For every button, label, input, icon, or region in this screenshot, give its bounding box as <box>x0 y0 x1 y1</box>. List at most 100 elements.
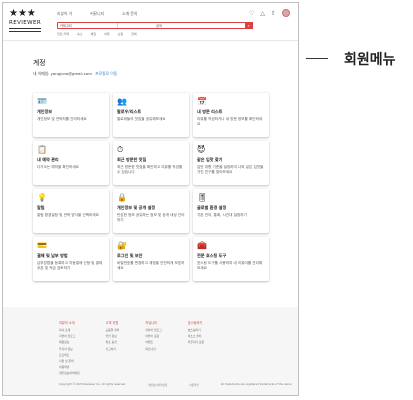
footer-link[interactable]: 신고하기 <box>106 347 120 351</box>
nav-item[interactable]: 커뮤니티 <box>90 11 104 17</box>
footer: 리뷰어 소개 회사 소개 리뷰어 블로그 채용정보 투자자 정보 프로젝트 지원… <box>3 307 298 395</box>
footer-column: 고객 지원 도움말 센터 안전 정보 취소 옵션 신고하기 <box>106 320 120 378</box>
logo[interactable]: ★★★ REVIEWER <box>9 9 43 37</box>
footer-link[interactable]: 안전 정보 <box>106 334 120 338</box>
footer-link[interactable]: 이용약관 <box>189 383 199 387</box>
bulb-icon: 💡 <box>37 193 47 202</box>
menu-card-reservations[interactable]: 📋 내 예약 관리 다가오는 예약을 확인하세요 <box>33 141 109 185</box>
card-title: 내 예약 관리 <box>37 157 59 162</box>
filter-chip[interactable]: 여행 <box>104 32 110 36</box>
footer-link[interactable]: 리뷰어 블로그 <box>145 328 161 332</box>
card-title: 글로벌 환경 설정 <box>197 205 227 210</box>
menu-card-notifications[interactable]: 💡 알림 알림 환경설정 및 연락 방식을 선택하세요 <box>33 189 109 233</box>
menu-card-global-settings[interactable]: 🎚 글로벌 환경 설정 기본 언어, 통화, 시간대 설정하기 <box>193 189 269 233</box>
card-title: 로그인 및 보안 <box>117 253 143 258</box>
menu-card-taste-match[interactable]: 😈 같은 입맛 찾기 입맛 취향 기준을 설정하여 나와 같은 입맛을 가진 친… <box>193 141 269 185</box>
footer-link[interactable]: 개인정보처리방침 <box>148 383 167 387</box>
card-desc: 입맛 취향 기준을 설정하여 나와 같은 입맛을 가진 친구를 찾아보세요 <box>197 164 264 174</box>
filter-chip[interactable]: 전체 <box>131 32 137 36</box>
header-divider <box>3 40 298 41</box>
card-desc: 최근 방문한 맛집을 확인하고 리뷰를 작성할 수 있습니다 <box>117 164 183 174</box>
menu-card-privacy[interactable]: 🔒 개인정보 및 공개 설정 민감한 정보 공유하는 정보 및 공개 대상 관리… <box>113 189 189 233</box>
devil-icon: 😈 <box>197 145 206 154</box>
footer-heading: 리뷰어 소개 <box>59 321 75 325</box>
footer-link[interactable]: 리뷰어 블로그 <box>59 334 80 338</box>
card-title: 개인정보 및 공개 설정 <box>117 205 156 210</box>
menu-card-personal-info[interactable]: 🪪 개인정보 개인정보 및 연락처를 관리하세요 <box>33 93 109 137</box>
menu-card-hosting-tools[interactable]: 🧰 전문 호스팅 도구 호스팅 도구를 사용하여 내 리뷰어를 관리해보세요 <box>193 237 269 281</box>
header-icons: ♡ △ ⇧ <box>249 9 290 17</box>
card-desc: 기본 언어, 통화, 시간대 설정하기 <box>197 212 247 217</box>
filter-chip[interactable]: 맛집·카페 <box>57 32 69 36</box>
annotation-line <box>306 58 328 59</box>
filter-chip[interactable]: 쇼핑 <box>118 32 124 36</box>
nav-item[interactable]: 리뷰어 가 <box>57 11 72 17</box>
share-icon[interactable]: ⇧ <box>271 10 276 17</box>
card-title: 팔로우/리스트 <box>117 109 142 114</box>
search-input[interactable]: 검색 <box>118 23 245 28</box>
card-title: 결제 및 납부 방법 <box>37 253 68 258</box>
footer-link[interactable]: 개인정보처리방침 <box>59 371 80 375</box>
search-category-select[interactable]: 카테고리 <box>58 23 118 28</box>
footer-link[interactable]: 채용정보 <box>59 340 80 344</box>
footer-link[interactable]: 프로젝트 <box>59 353 80 357</box>
card-desc: 납부방법을 등록하고 자동결제 신청 및 결제 쿠폰 및 적금 검토하기 <box>37 260 103 270</box>
shield-icon: 🔐 <box>117 241 127 250</box>
card-title: 최근 방문한 맛집 <box>117 157 147 162</box>
footer-link[interactable]: 취소 옵션 <box>106 340 120 344</box>
heart-icon[interactable]: ♡ <box>249 10 254 17</box>
footer-link[interactable]: 호스팅하기 <box>188 328 204 332</box>
card-icon: 💳 <box>37 241 47 250</box>
footer-link[interactable]: 이용약관 <box>59 365 80 369</box>
nav-item[interactable]: 소개·문의 <box>122 11 137 17</box>
footer-link[interactable]: 커뮤니티 포럼 <box>188 340 204 344</box>
tools-icon: 🧰 <box>197 241 207 250</box>
card-title: 내 방문 리스트 <box>197 109 223 114</box>
card-title: 전문 호스팅 도구 <box>197 253 227 258</box>
filter-chip[interactable]: 체험 <box>91 32 97 36</box>
filter-chip[interactable]: 숙소 <box>77 32 83 36</box>
account-menu-grid: 🪪 개인정보 개인정보 및 연락처를 관리하세요 👥 팔로우/리스트 팔로워들의… <box>33 93 269 281</box>
logo-word: REVIEWER <box>9 20 42 26</box>
footer-link[interactable]: 리뷰어 포럼 <box>145 334 161 338</box>
card-desc: 알림 환경설정 및 연락 방식을 선택하세요 <box>37 212 99 217</box>
user-avatar[interactable] <box>282 9 290 17</box>
card-desc: 민감한 정보 공유하는 정보 및 공개 대상 관리하기 <box>117 212 185 222</box>
menu-card-recent-visits[interactable]: ⏱ 최근 방문한 맛집 최근 방문한 맛집을 확인하고 리뷰를 작성할 수 있습… <box>113 141 189 185</box>
copyright: Copyright © 2023 Reviewer Inc. All right… <box>59 383 127 386</box>
card-desc: 호스팅 도구를 사용하여 내 리뷰어를 관리해보세요 <box>197 260 263 270</box>
footer-bottom: Copyright © 2023 Reviewer Inc. All right… <box>59 383 292 387</box>
card-desc: 팔로워들의 맛집을 공유해보세요 <box>117 116 166 121</box>
bell-icon[interactable]: △ <box>260 10 265 17</box>
footer-link[interactable]: 회사 소개 <box>59 328 80 332</box>
logo-rule <box>9 28 41 29</box>
search-icon[interactable]: ⌕ <box>244 22 253 29</box>
footer-heading: 커뮤니티 <box>145 321 158 325</box>
menu-card-visit-list[interactable]: 📅 내 방문 리스트 리뷰를 작성하거나 내 방문 정보를 확인하세요 <box>193 93 269 137</box>
page-title: 계정 <box>33 59 46 67</box>
footer-link[interactable]: 이벤트 <box>145 340 161 344</box>
card-desc: 개인정보 및 연락처를 관리하세요 <box>37 116 87 121</box>
footer-link[interactable]: 리소스 센터 <box>188 334 204 338</box>
card-title: 알림 <box>37 205 45 210</box>
card-desc: 리뷰를 작성하거나 내 방문 정보를 확인하세요 <box>197 116 263 126</box>
document-icon: 📋 <box>37 145 47 154</box>
clock-icon: ⏱ <box>117 145 124 154</box>
footer-link[interactable]: 도움말 센터 <box>106 328 120 332</box>
footer-link[interactable]: 파트너십 <box>145 347 161 351</box>
sliders-icon: 🎚 <box>197 193 208 202</box>
annotation-label: 회원메뉴 <box>344 52 396 68</box>
search-bar[interactable]: 카테고리 검색 ⌕ <box>57 22 253 29</box>
card-desc: 비밀번호를 변경하고 계정을 안전하게 보호하세요 <box>117 260 185 270</box>
calendar-icon: 📅 <box>197 97 207 106</box>
menu-card-payment[interactable]: 💳 결제 및 납부 방법 납부방법을 등록하고 자동결제 신청 및 결제 쿠폰 … <box>33 237 109 281</box>
menu-card-login-security[interactable]: 🔐 로그인 및 보안 비밀번호를 변경하고 계정을 안전하게 보호하세요 <box>113 237 189 281</box>
menu-card-follow-list[interactable]: 👥 팔로우/리스트 팔로워들의 맛집을 공유해보세요 <box>113 93 189 137</box>
footer-link[interactable]: 지원 및 문의 <box>59 359 80 363</box>
footer-heading: 고객 지원 <box>105 321 119 325</box>
footer-heading: 호스팅하기 <box>187 321 203 325</box>
footer-link[interactable]: 투자자 정보 <box>59 347 80 351</box>
top-nav: 리뷰어 가 커뮤니티 소개·문의 <box>57 11 137 17</box>
card-desc: 다가오는 예약을 확인하세요 <box>37 164 79 169</box>
profile-link[interactable]: 프로필로 이동 <box>95 71 117 76</box>
